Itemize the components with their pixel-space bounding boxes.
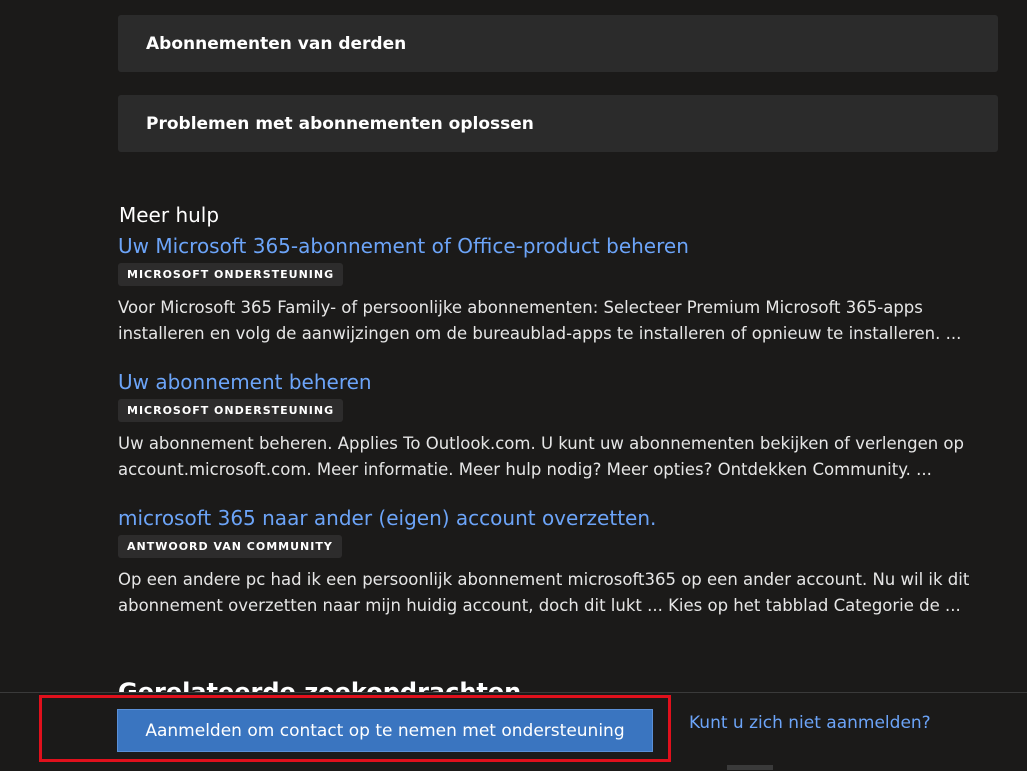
help-result-link[interactable]: microsoft 365 naar ander (eigen) account… (118, 505, 998, 531)
description-line: installeren en volg de aanwijzingen om d… (118, 324, 962, 343)
source-badge: ANTWOORD VAN COMMUNITY (118, 535, 342, 558)
more-help-heading: Meer hulp (119, 203, 220, 227)
help-result-description: Op een andere pc had ik een persoonlijk … (118, 567, 998, 619)
accordion-label: Abonnementen van derden (146, 33, 407, 54)
help-result: Uw abonnement beheren MICROSOFT ONDERSTE… (118, 369, 998, 483)
description-line: Uw abonnement beheren. Applies To Outloo… (118, 434, 964, 453)
accordion-label: Problemen met abonnementen oplossen (146, 113, 534, 134)
scrollbar-thumb[interactable] (727, 765, 773, 770)
accordion-troubleshoot-subscriptions[interactable]: Problemen met abonnementen oplossen (118, 95, 998, 152)
description-line: account.microsoft.com. Meer informatie. … (118, 460, 932, 479)
description-line: abonnement overzetten naar mijn huidig a… (118, 596, 961, 615)
source-badge: MICROSOFT ONDERSTEUNING (118, 263, 344, 286)
source-badge: MICROSOFT ONDERSTEUNING (118, 399, 344, 422)
cant-sign-in-link[interactable]: Kunt u zich niet aanmelden? (689, 711, 931, 735)
help-result-description: Uw abonnement beheren. Applies To Outloo… (118, 431, 998, 483)
help-result-description: Voor Microsoft 365 Family- of persoonlij… (118, 295, 998, 347)
description-line: Voor Microsoft 365 Family- of persoonlij… (118, 298, 923, 317)
sign-in-contact-support-button[interactable]: Aanmelden om contact op te nemen met ond… (117, 709, 653, 752)
help-result: Uw Microsoft 365-abonnement of Office-pr… (118, 233, 998, 347)
help-result-link[interactable]: Uw Microsoft 365-abonnement of Office-pr… (118, 233, 998, 259)
accordion-third-party-subscriptions[interactable]: Abonnementen van derden (118, 15, 998, 72)
help-result: microsoft 365 naar ander (eigen) account… (118, 505, 998, 619)
help-result-link[interactable]: Uw abonnement beheren (118, 369, 998, 395)
description-line: Op een andere pc had ik een persoonlijk … (118, 570, 970, 589)
